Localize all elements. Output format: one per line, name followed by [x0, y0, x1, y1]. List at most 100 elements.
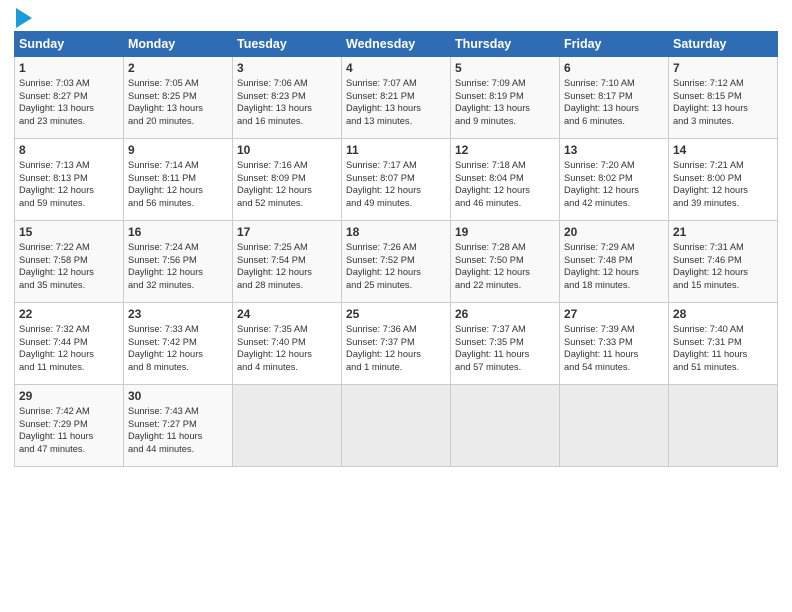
day-number: 2: [128, 61, 228, 75]
cell-info: Sunrise: 7:07 AM Sunset: 8:21 PM Dayligh…: [346, 77, 446, 127]
day-number: 23: [128, 307, 228, 321]
calendar-row: 15 Sunrise: 7:22 AM Sunset: 7:58 PM Dayli…: [15, 221, 778, 303]
cell-info: Sunrise: 7:35 AM Sunset: 7:40 PM Dayligh…: [237, 323, 337, 373]
cell-info: Sunrise: 7:21 AM Sunset: 8:00 PM Dayligh…: [673, 159, 773, 209]
day-number: 1: [19, 61, 119, 75]
calendar-cell: 4 Sunrise: 7:07 AM Sunset: 8:21 PM Daylig…: [342, 57, 451, 139]
cell-info: Sunrise: 7:22 AM Sunset: 7:58 PM Dayligh…: [19, 241, 119, 291]
day-number: 17: [237, 225, 337, 239]
cell-info: Sunrise: 7:25 AM Sunset: 7:54 PM Dayligh…: [237, 241, 337, 291]
day-number: 15: [19, 225, 119, 239]
calendar-row: 29 Sunrise: 7:42 AM Sunset: 7:29 PM Dayli…: [15, 385, 778, 467]
weekday-header: Wednesday: [342, 32, 451, 57]
calendar-cell: 8Sunrise: 7:13 AM Sunset: 8:13 PM Daylig…: [15, 139, 124, 221]
weekday-header: Tuesday: [233, 32, 342, 57]
calendar-cell: 10Sunrise: 7:16 AM Sunset: 8:09 PM Dayli…: [233, 139, 342, 221]
calendar-cell: 9 Sunrise: 7:14 AM Sunset: 8:11 PM Daylig…: [124, 139, 233, 221]
calendar-cell: 30 Sunrise: 7:43 AM Sunset: 7:27 PM Dayli…: [124, 385, 233, 467]
calendar-cell: 29 Sunrise: 7:42 AM Sunset: 7:29 PM Dayli…: [15, 385, 124, 467]
day-number: 4: [346, 61, 446, 75]
calendar-cell: 14Sunrise: 7:21 AM Sunset: 8:00 PM Dayli…: [669, 139, 778, 221]
day-number: 11: [346, 143, 446, 157]
cell-info: Sunrise: 7:33 AM Sunset: 7:42 PM Dayligh…: [128, 323, 228, 373]
cell-info: Sunrise: 7:31 AM Sunset: 7:46 PM Dayligh…: [673, 241, 773, 291]
cell-info: Sunrise: 7:06 AM Sunset: 8:23 PM Dayligh…: [237, 77, 337, 127]
day-number: 5: [455, 61, 555, 75]
day-number: 22: [19, 307, 119, 321]
cell-info: Sunrise: 7:18 AM Sunset: 8:04 PM Dayligh…: [455, 159, 555, 209]
cell-info: Sunrise: 7:10 AM Sunset: 8:17 PM Dayligh…: [564, 77, 664, 127]
calendar-row: 1Sunrise: 7:03 AM Sunset: 8:27 PM Daylig…: [15, 57, 778, 139]
day-number: 24: [237, 307, 337, 321]
weekday-header: Monday: [124, 32, 233, 57]
cell-info: Sunrise: 7:42 AM Sunset: 7:29 PM Dayligh…: [19, 405, 119, 455]
day-number: 13: [564, 143, 664, 157]
calendar-cell: 13 Sunrise: 7:20 AM Sunset: 8:02 PM Dayli…: [560, 139, 669, 221]
calendar-cell: 24 Sunrise: 7:35 AM Sunset: 7:40 PM Dayli…: [233, 303, 342, 385]
calendar-row: 22 Sunrise: 7:32 AM Sunset: 7:44 PM Dayli…: [15, 303, 778, 385]
calendar-cell: 1Sunrise: 7:03 AM Sunset: 8:27 PM Daylig…: [15, 57, 124, 139]
day-number: 21: [673, 225, 773, 239]
page-container: SundayMondayTuesdayWednesdayThursdayFrid…: [0, 0, 792, 475]
day-number: 27: [564, 307, 664, 321]
day-number: 28: [673, 307, 773, 321]
calendar-table: SundayMondayTuesdayWednesdayThursdayFrid…: [14, 31, 778, 467]
cell-info: Sunrise: 7:05 AM Sunset: 8:25 PM Dayligh…: [128, 77, 228, 127]
calendar-cell: 6 Sunrise: 7:10 AM Sunset: 8:17 PM Daylig…: [560, 57, 669, 139]
calendar-cell: 26Sunrise: 7:37 AM Sunset: 7:35 PM Dayli…: [451, 303, 560, 385]
calendar-cell: [233, 385, 342, 467]
calendar-cell: 16Sunrise: 7:24 AM Sunset: 7:56 PM Dayli…: [124, 221, 233, 303]
day-number: 20: [564, 225, 664, 239]
calendar-cell: 21 Sunrise: 7:31 AM Sunset: 7:46 PM Dayli…: [669, 221, 778, 303]
calendar-cell: 11 Sunrise: 7:17 AM Sunset: 8:07 PM Dayli…: [342, 139, 451, 221]
day-number: 7: [673, 61, 773, 75]
cell-info: Sunrise: 7:28 AM Sunset: 7:50 PM Dayligh…: [455, 241, 555, 291]
cell-info: Sunrise: 7:37 AM Sunset: 7:35 PM Dayligh…: [455, 323, 555, 373]
calendar-cell: 17 Sunrise: 7:25 AM Sunset: 7:54 PM Dayli…: [233, 221, 342, 303]
cell-info: Sunrise: 7:40 AM Sunset: 7:31 PM Dayligh…: [673, 323, 773, 373]
calendar-cell: 12 Sunrise: 7:18 AM Sunset: 8:04 PM Dayli…: [451, 139, 560, 221]
day-number: 19: [455, 225, 555, 239]
day-number: 9: [128, 143, 228, 157]
calendar-cell: 15 Sunrise: 7:22 AM Sunset: 7:58 PM Dayli…: [15, 221, 124, 303]
cell-info: Sunrise: 7:16 AM Sunset: 8:09 PM Dayligh…: [237, 159, 337, 209]
calendar-cell: [669, 385, 778, 467]
cell-info: Sunrise: 7:26 AM Sunset: 7:52 PM Dayligh…: [346, 241, 446, 291]
cell-info: Sunrise: 7:09 AM Sunset: 8:19 PM Dayligh…: [455, 77, 555, 127]
calendar-cell: [342, 385, 451, 467]
cell-info: Sunrise: 7:36 AM Sunset: 7:37 PM Dayligh…: [346, 323, 446, 373]
day-number: 6: [564, 61, 664, 75]
calendar-cell: 5 Sunrise: 7:09 AM Sunset: 8:19 PM Daylig…: [451, 57, 560, 139]
cell-info: Sunrise: 7:14 AM Sunset: 8:11 PM Dayligh…: [128, 159, 228, 209]
calendar-cell: 28 Sunrise: 7:40 AM Sunset: 7:31 PM Dayli…: [669, 303, 778, 385]
cell-info: Sunrise: 7:43 AM Sunset: 7:27 PM Dayligh…: [128, 405, 228, 455]
day-number: 30: [128, 389, 228, 403]
calendar-cell: 27 Sunrise: 7:39 AM Sunset: 7:33 PM Dayli…: [560, 303, 669, 385]
day-number: 12: [455, 143, 555, 157]
weekday-header-row: SundayMondayTuesdayWednesdayThursdayFrid…: [15, 32, 778, 57]
calendar-cell: 3 Sunrise: 7:06 AM Sunset: 8:23 PM Daylig…: [233, 57, 342, 139]
calendar-cell: 22 Sunrise: 7:32 AM Sunset: 7:44 PM Dayli…: [15, 303, 124, 385]
weekday-header: Sunday: [15, 32, 124, 57]
calendar-cell: 20 Sunrise: 7:29 AM Sunset: 7:48 PM Dayli…: [560, 221, 669, 303]
calendar-cell: 23 Sunrise: 7:33 AM Sunset: 7:42 PM Dayli…: [124, 303, 233, 385]
header: [14, 10, 778, 25]
weekday-header: Friday: [560, 32, 669, 57]
cell-info: Sunrise: 7:20 AM Sunset: 8:02 PM Dayligh…: [564, 159, 664, 209]
logo-arrow-icon: [16, 8, 32, 28]
day-number: 3: [237, 61, 337, 75]
calendar-cell: 19 Sunrise: 7:28 AM Sunset: 7:50 PM Dayli…: [451, 221, 560, 303]
calendar-cell: 7Sunrise: 7:12 AM Sunset: 8:15 PM Daylig…: [669, 57, 778, 139]
cell-info: Sunrise: 7:32 AM Sunset: 7:44 PM Dayligh…: [19, 323, 119, 373]
day-number: 18: [346, 225, 446, 239]
cell-info: Sunrise: 7:17 AM Sunset: 8:07 PM Dayligh…: [346, 159, 446, 209]
calendar-cell: 2 Sunrise: 7:05 AM Sunset: 8:25 PM Daylig…: [124, 57, 233, 139]
cell-info: Sunrise: 7:39 AM Sunset: 7:33 PM Dayligh…: [564, 323, 664, 373]
logo: [14, 10, 32, 25]
cell-info: Sunrise: 7:24 AM Sunset: 7:56 PM Dayligh…: [128, 241, 228, 291]
day-number: 8: [19, 143, 119, 157]
day-number: 29: [19, 389, 119, 403]
cell-info: Sunrise: 7:29 AM Sunset: 7:48 PM Dayligh…: [564, 241, 664, 291]
day-number: 25: [346, 307, 446, 321]
calendar-cell: 25 Sunrise: 7:36 AM Sunset: 7:37 PM Dayli…: [342, 303, 451, 385]
